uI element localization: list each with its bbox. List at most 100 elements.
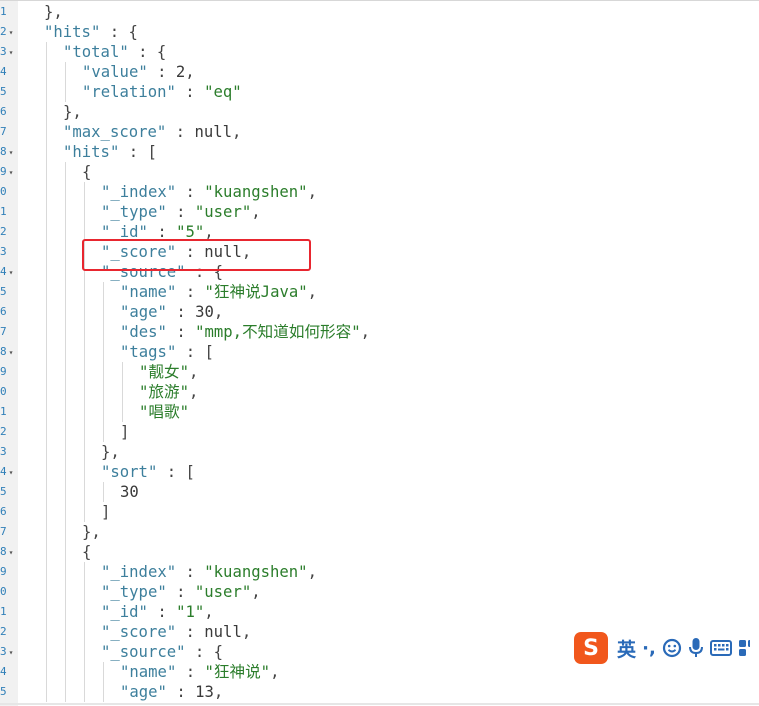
indent-guide — [46, 342, 47, 362]
token-punc: ] — [101, 503, 111, 521]
token-punc: : — [166, 203, 195, 221]
token-punc: , — [307, 283, 318, 301]
indent-guide — [46, 382, 47, 402]
token-punc: , — [232, 123, 242, 141]
indent-guide — [84, 382, 85, 402]
ime-mode-toggle[interactable]: 英 — [617, 635, 636, 662]
token-punc: , — [251, 583, 261, 601]
ime-punctuation-toggle[interactable]: ·, — [642, 638, 656, 659]
indent-guide — [65, 242, 66, 262]
indent-guide — [84, 402, 85, 422]
indent-guide — [46, 482, 47, 502]
indent-guide — [103, 402, 104, 422]
indent-guide — [84, 442, 85, 462]
indent-guide — [65, 642, 66, 662]
code-line: "靓女", — [139, 362, 198, 382]
code-line: }, — [44, 2, 63, 22]
token-num: 2 — [175, 63, 186, 81]
fold-toggle-icon[interactable]: ▾ — [7, 169, 15, 177]
code-line: "age" : 30, — [120, 302, 223, 322]
indent-guide — [46, 302, 47, 322]
fold-toggle-icon[interactable]: ▾ — [7, 29, 15, 37]
indent-guide — [65, 182, 66, 202]
token-punc: }, — [82, 523, 101, 541]
indent-guide — [84, 502, 85, 522]
indent-guide — [84, 362, 85, 382]
indent-guide — [84, 342, 85, 362]
more-icon[interactable] — [738, 638, 751, 658]
indent-guide — [46, 582, 47, 602]
token-key: "_index" — [101, 563, 177, 581]
fold-toggle-icon[interactable]: ▾ — [7, 49, 15, 57]
token-str: "kuangshen" — [204, 183, 308, 201]
indent-guide — [122, 382, 123, 402]
indent-guide — [65, 682, 66, 702]
indent-guide — [46, 562, 47, 582]
code-line: }, — [63, 102, 82, 122]
code-line: "sort" : [ — [101, 462, 195, 482]
token-punc: , — [270, 663, 280, 681]
code-line: "tags" : [ — [120, 342, 214, 362]
line-number: 2 — [0, 425, 7, 438]
line-number: 3 — [0, 445, 7, 458]
token-num: 30 — [120, 483, 139, 501]
token-punc: , — [241, 623, 252, 641]
token-nul: null — [204, 623, 242, 641]
token-str: "user" — [194, 583, 252, 601]
token-str: "kuangshen" — [204, 563, 308, 581]
indent-guide — [84, 322, 85, 342]
indent-guide — [65, 602, 66, 622]
code-line: { — [82, 542, 91, 562]
indent-guide — [103, 282, 104, 302]
token-punc: : — [166, 583, 195, 601]
emoji-icon[interactable] — [662, 638, 682, 658]
line-number: 5 — [0, 285, 7, 298]
keyboard-icon[interactable] — [710, 639, 733, 657]
indent-guide — [122, 402, 123, 422]
line-number: 9 — [0, 365, 7, 378]
indent-guide — [65, 282, 66, 302]
indent-guide — [84, 562, 85, 582]
indent-guide — [46, 682, 47, 702]
fold-toggle-icon[interactable]: ▾ — [7, 269, 15, 277]
indent-guide — [46, 402, 47, 422]
fold-toggle-icon[interactable]: ▾ — [7, 549, 15, 557]
ime-toolbar[interactable]: S 英 ·, — [572, 630, 759, 666]
token-str: "靓女" — [139, 363, 189, 381]
indent-guide — [65, 342, 66, 362]
line-number: 5 — [0, 85, 7, 98]
line-number: 1 — [0, 605, 7, 618]
indent-guide — [122, 362, 123, 382]
sogou-logo-icon[interactable]: S — [574, 632, 608, 664]
code-line: "name" : "狂神说Java", — [120, 282, 317, 302]
indent-guide — [65, 522, 66, 542]
indent-guide — [46, 362, 47, 382]
indent-guide — [46, 42, 47, 62]
indent-guide — [65, 582, 66, 602]
line-number: 2 — [0, 225, 7, 238]
token-punc: { — [82, 163, 92, 181]
indent-guide — [84, 462, 85, 482]
fold-toggle-icon[interactable]: ▾ — [7, 349, 15, 357]
code-line: "旅游", — [139, 382, 198, 402]
score-highlight-box — [82, 239, 311, 271]
line-number: 5 — [0, 485, 7, 498]
line-number: 7 — [0, 525, 7, 538]
code-line: ] — [120, 422, 129, 442]
json-response-editor[interactable]: 1 2 ▾ 3 ▾ 4 5 6 7 8 ▾ 9 ▾ 0 1 2 3 4 ▾ 5 6 7 8 ▾ 9 0 1 2 3 4 ▾ 5 6 7 8 ▾ 9 0 1 2… — [0, 0, 759, 706]
fold-toggle-icon[interactable]: ▾ — [7, 469, 15, 477]
code-line: { — [82, 162, 91, 182]
line-number: 7 — [0, 325, 7, 338]
code-line: "des" : "mmp,不知道如何形容", — [120, 322, 370, 342]
code-line: "_id" : "1", — [101, 602, 214, 622]
token-key: "tags" — [120, 343, 177, 361]
fold-toggle-icon[interactable]: ▾ — [7, 649, 15, 657]
token-punc: , — [213, 683, 224, 701]
indent-guide — [46, 322, 47, 342]
token-nul: null — [194, 123, 233, 141]
microphone-icon[interactable] — [688, 637, 704, 659]
line-number: 4 — [0, 665, 7, 678]
code-line: "_index" : "kuangshen", — [101, 562, 317, 582]
token-punc: , — [360, 323, 371, 341]
fold-toggle-icon[interactable]: ▾ — [7, 149, 15, 157]
